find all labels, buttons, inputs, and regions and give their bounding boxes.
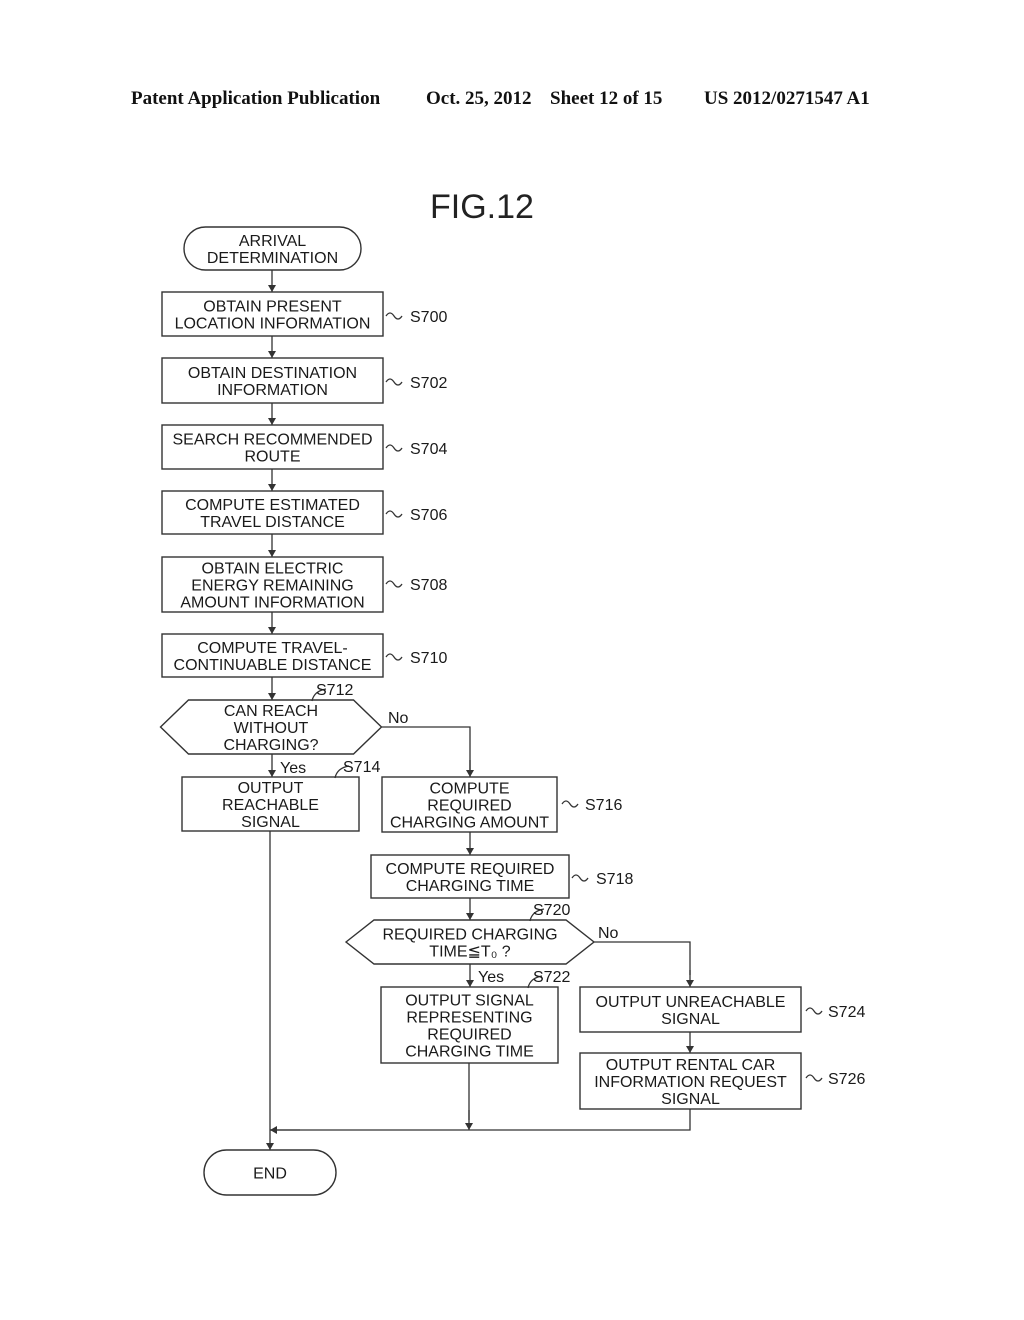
arrowhead-icon <box>466 980 474 987</box>
arrowhead-icon <box>268 627 276 634</box>
process-box-s706-line: TRAVEL DISTANCE <box>200 514 345 531</box>
step-label-s714: S714 <box>343 759 380 776</box>
process-box-s722-line: REQUIRED <box>427 1027 511 1044</box>
arrowhead-icon <box>466 913 474 920</box>
arrowhead-icon <box>268 550 276 557</box>
step-label-s704: S704 <box>410 441 447 458</box>
arrowhead-icon <box>686 980 694 987</box>
leader-line <box>385 580 403 588</box>
decision-s712-line: WITHOUT <box>234 720 309 737</box>
step-label-s702: S702 <box>410 375 447 392</box>
start-terminal-line: DETERMINATION <box>207 250 338 267</box>
arrowhead-icon <box>268 351 276 358</box>
step-label-s708: S708 <box>410 577 447 594</box>
process-box-s706-line: COMPUTE ESTIMATED <box>185 497 360 514</box>
leader-line <box>561 800 579 808</box>
step-label-s722: S722 <box>533 969 570 986</box>
flowchart: ARRIVALDETERMINATION OBTAIN PRESENTLOCATI… <box>159 226 865 1196</box>
process-box-s702-line: INFORMATION <box>217 382 328 399</box>
leader-line <box>385 312 403 320</box>
process-box-s710-line: COMPUTE TRAVEL- <box>197 640 348 657</box>
leader-line <box>385 444 403 452</box>
branch-label-yes: Yes <box>280 760 306 777</box>
arrowhead-icon <box>686 1046 694 1053</box>
step-label-s720: S720 <box>533 902 570 919</box>
branch-label-no: No <box>598 925 619 942</box>
process-box-s704-line: ROUTE <box>245 449 301 466</box>
branch-label-yes: Yes <box>478 969 504 986</box>
process-box-s716-line: COMPUTE <box>430 781 510 798</box>
step-label-s718: S718 <box>596 871 633 888</box>
process-box-s700-line: LOCATION INFORMATION <box>175 316 371 333</box>
arrowhead-icon <box>466 770 474 777</box>
connector-line <box>382 726 471 770</box>
leader-line <box>805 1007 823 1015</box>
step-label-s724: S724 <box>828 1004 865 1021</box>
process-box-s708-line: ENERGY REMAINING <box>191 578 353 595</box>
step-label-s726: S726 <box>828 1071 865 1088</box>
leader-line <box>385 653 403 661</box>
arrowhead-icon <box>266 1143 274 1150</box>
process-box-s724-line: SIGNAL <box>661 1011 720 1028</box>
process-box-s716-line: CHARGING AMOUNT <box>390 815 549 832</box>
end-terminal-line: END <box>253 1166 287 1183</box>
process-box-s714-line: REACHABLE <box>222 797 319 814</box>
arrowhead-icon <box>270 1126 277 1134</box>
process-box-s718-line: CHARGING TIME <box>406 878 535 895</box>
arrowhead-icon <box>465 1123 473 1130</box>
process-box-s710-line: CONTINUABLE DISTANCE <box>174 657 372 674</box>
arrowhead-icon <box>268 484 276 491</box>
arrowhead-icon <box>268 770 276 777</box>
decision-s720-line: TIME≦T₀ ? <box>429 944 510 961</box>
process-box-s722-line: CHARGING TIME <box>405 1044 534 1061</box>
process-box-s714-line: OUTPUT <box>238 780 304 797</box>
decision-s720-line: REQUIRED CHARGING <box>382 927 557 944</box>
process-box-s708-line: OBTAIN ELECTRIC <box>202 561 344 578</box>
leader-line <box>385 378 403 386</box>
arrowhead-icon <box>268 418 276 425</box>
process-box-s700-line: OBTAIN PRESENT <box>203 299 342 316</box>
process-box-s722-line: REPRESENTING <box>406 1010 532 1027</box>
leader-line <box>805 1074 823 1082</box>
process-box-s722-line: OUTPUT SIGNAL <box>405 993 534 1010</box>
process-box-s726-line: INFORMATION REQUEST <box>594 1074 787 1091</box>
branch-label-no: No <box>388 710 409 727</box>
step-label-s710: S710 <box>410 650 447 667</box>
step-label-s712: S712 <box>316 682 353 699</box>
process-box-s714-line: SIGNAL <box>241 814 300 831</box>
decision-s712-line: CHARGING? <box>223 737 318 754</box>
process-box-s718-line: COMPUTE REQUIRED <box>386 861 555 878</box>
step-label-s706: S706 <box>410 507 447 524</box>
process-box-s726-line: SIGNAL <box>661 1091 720 1108</box>
connector-line <box>594 941 691 975</box>
leader-line <box>385 510 403 518</box>
leader-line <box>571 874 589 882</box>
start-terminal-line: ARRIVAL <box>239 233 306 250</box>
arrowhead-icon <box>268 693 276 700</box>
process-box-s708-line: AMOUNT INFORMATION <box>180 595 364 612</box>
process-box-s716-line: REQUIRED <box>427 798 511 815</box>
process-box-s724-line: OUTPUT UNREACHABLE <box>596 994 786 1011</box>
process-box-s726-line: OUTPUT RENTAL CAR <box>606 1057 776 1074</box>
connector-line <box>270 1109 691 1131</box>
process-box-s704-line: SEARCH RECOMMENDED <box>172 432 372 449</box>
process-box-s702-line: OBTAIN DESTINATION <box>188 365 357 382</box>
arrowhead-icon <box>466 848 474 855</box>
decision-s712-line: CAN REACH <box>224 703 318 720</box>
step-label-s700: S700 <box>410 309 447 326</box>
arrowhead-icon <box>268 285 276 292</box>
step-label-s716: S716 <box>585 797 622 814</box>
